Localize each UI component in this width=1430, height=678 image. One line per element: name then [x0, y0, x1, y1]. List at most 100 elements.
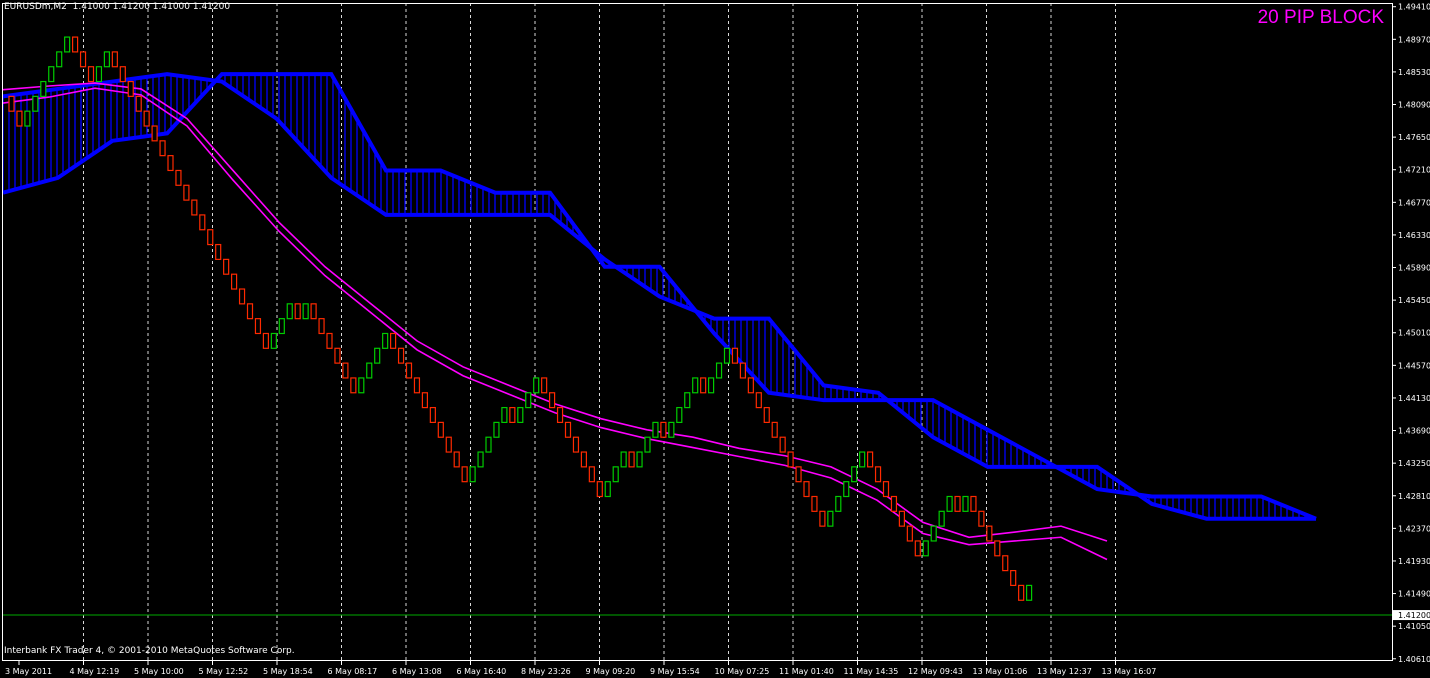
bear-brick: [890, 495, 898, 512]
bear-brick: [779, 436, 786, 453]
bear-brick: [763, 406, 770, 424]
price-label: 1.44130: [1398, 394, 1430, 403]
bear-brick: [437, 421, 444, 438]
bear-brick: [1018, 584, 1025, 601]
bear-brick: [970, 495, 977, 512]
bear-brick: [564, 421, 572, 438]
bear-brick: [906, 525, 913, 542]
bull-brick: [827, 510, 834, 527]
bull-brick: [24, 110, 31, 127]
time-label: 10 May 07:25: [715, 667, 770, 676]
bear-brick: [334, 347, 341, 364]
price-label: 1.47210: [1398, 166, 1430, 175]
chart-canvas[interactable]: 1.49410 1.48970 1.48530 1.48090 1.47650 1.472…: [0, 0, 1430, 678]
bull-brick: [501, 406, 508, 424]
time-label: 5 May 10:00: [134, 667, 184, 676]
bear-brick: [79, 51, 87, 68]
bull-brick: [835, 495, 842, 512]
price-label: 1.45450: [1398, 296, 1430, 305]
bear-brick: [167, 155, 174, 172]
bear-brick: [548, 392, 556, 409]
bull-brick: [962, 495, 969, 512]
bear-brick: [580, 451, 588, 468]
bear-brick: [183, 184, 190, 201]
price-label: 1.47650: [1398, 133, 1430, 142]
time-label: 11 May 14:35: [844, 667, 899, 676]
bear-brick: [954, 495, 961, 512]
bull-brick: [922, 540, 929, 557]
time-label: 6 May 13:08: [392, 667, 442, 676]
bear-brick: [191, 199, 198, 216]
bear-brick: [755, 392, 762, 409]
bull-brick: [938, 510, 945, 527]
bear-brick: [135, 95, 142, 112]
bear-brick: [978, 510, 985, 527]
bull-brick: [286, 303, 293, 320]
bear-brick: [1002, 555, 1009, 572]
bear-brick: [397, 347, 405, 364]
price-label: 1.46770: [1398, 198, 1430, 207]
bear-brick: [413, 377, 421, 394]
time-gridlines: [83, 3, 1116, 661]
bull-brick: [374, 347, 381, 364]
bear-brick: [318, 318, 325, 335]
bear-brick: [994, 540, 1001, 557]
moving-averages: [2, 82, 1108, 561]
bear-brick: [421, 392, 428, 409]
bear-brick: [874, 466, 882, 483]
price-label: 1.48090: [1398, 101, 1430, 110]
bear-brick: [8, 95, 15, 112]
time-label: 11 May 01:40: [779, 667, 834, 676]
bear-brick: [731, 347, 739, 364]
bull-brick: [302, 303, 309, 320]
bull-brick: [56, 51, 63, 68]
price-label: 1.48970: [1398, 35, 1430, 44]
bear-brick: [390, 332, 397, 349]
bull-brick: [485, 436, 492, 453]
bull-brick: [493, 421, 500, 438]
bear-brick: [429, 406, 436, 424]
time-label: 6 May 08:17: [328, 667, 378, 676]
bear-brick: [16, 110, 23, 127]
bear-brick: [509, 406, 516, 424]
bear-brick: [596, 481, 603, 498]
bull-brick: [644, 436, 651, 453]
bull-brick: [620, 451, 627, 468]
bear-brick: [151, 125, 158, 142]
bear-brick: [461, 466, 468, 483]
bear-brick: [803, 481, 810, 498]
bull-brick: [930, 525, 937, 542]
copyright-footer: Interbank FX Trader 4, © 2001-2010 MetaQ…: [4, 646, 295, 656]
time-label: 3 May 2011: [5, 667, 52, 676]
price-label: 1.44570: [1398, 361, 1430, 370]
bull-brick: [604, 481, 611, 498]
price-label: 1.43250: [1398, 459, 1430, 468]
bear-brick: [262, 332, 269, 349]
ohlc-values: 1.41000 1.41200 1.41000 1.41200: [72, 2, 231, 12]
bear-brick: [572, 436, 580, 453]
bear-brick: [445, 436, 452, 453]
time-label: 9 May 15:54: [650, 667, 700, 676]
bear-brick: [405, 362, 413, 379]
time-label: 5 May 18:54: [263, 667, 313, 676]
bull-brick: [707, 377, 715, 394]
price-label: 1.45890: [1398, 264, 1430, 273]
bull-brick: [843, 481, 850, 498]
brick-size-label: 20 PIP BLOCK: [1257, 7, 1384, 28]
bear-brick: [342, 362, 349, 379]
bear-brick: [795, 466, 802, 483]
bear-brick: [246, 303, 254, 320]
bull-brick: [48, 66, 55, 83]
bull-brick: [723, 347, 731, 364]
bull-brick: [64, 36, 71, 53]
bear-brick: [175, 169, 182, 186]
price-label: 1.42810: [1398, 492, 1430, 501]
bull-brick: [40, 80, 47, 97]
time-label: 12 May 09:43: [908, 667, 963, 676]
bull-brick: [469, 466, 476, 483]
price-label: 1.41930: [1398, 557, 1430, 566]
bear-brick: [866, 451, 874, 468]
bear-brick: [238, 288, 246, 305]
chart-frame: [2, 3, 1393, 661]
bear-brick: [294, 303, 301, 320]
